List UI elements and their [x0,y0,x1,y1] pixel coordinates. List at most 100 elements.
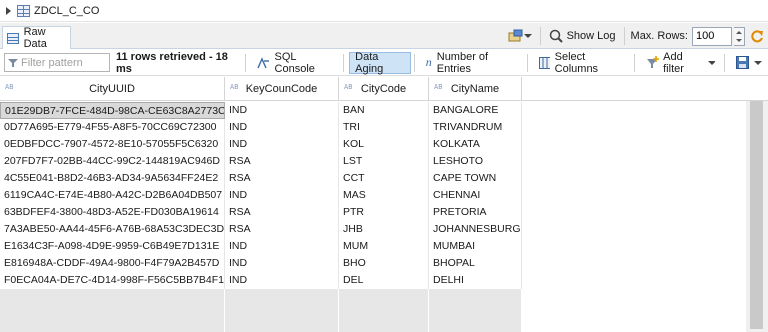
table-cell[interactable]: JHB [339,221,429,238]
table-cell[interactable]: 7A3ABE50-AA44-45F6-A76B-68A53C3DEC3D [0,221,225,238]
table-cell[interactable]: BHOPAL [429,255,522,272]
table-row[interactable]: E1634C3F-A098-4D9E-9959-C6B49E7D131E IND M… [0,238,746,255]
refresh-icon [751,30,763,43]
table-cell[interactable]: LST [339,153,429,170]
separator [623,27,625,45]
column-header-cityuuid[interactable]: AB CityUUID [0,77,225,101]
filter-box[interactable] [4,53,110,72]
max-rows-label: Max. Rows: [630,30,688,42]
empty-cell [429,289,522,306]
table-cell[interactable]: LESHOTO [429,153,522,170]
vertical-scrollbar[interactable] [746,101,768,332]
select-columns-button[interactable]: Select Columns [533,51,632,75]
column-header-citycode[interactable]: AB CityCode [339,77,429,101]
max-rows-stepper[interactable] [734,26,745,46]
table-cell[interactable]: 01E29DB7-7FCE-484D-98CA-CE63C8A2773C [0,102,225,119]
table-cell[interactable]: IND [225,136,339,153]
filter-pattern-input[interactable] [21,56,109,69]
column-header-cityname[interactable]: AB CityName [429,77,522,101]
type-string-icon: AB [434,83,443,91]
table-cell[interactable]: KOLKATA [429,136,522,153]
table-cell[interactable]: PRETORIA [429,204,522,221]
table-cell[interactable]: DELHI [429,272,522,289]
table-cell[interactable]: MUMBAI [429,238,522,255]
separator [724,53,725,72]
empty-cell [0,289,225,306]
table-row[interactable]: 207FD7F7-02BB-44CC-99C2-144819AC946D RSA L… [0,153,746,170]
table-cell[interactable]: CCT [339,170,429,187]
table-cell[interactable]: E816948A-CDDF-49A4-9800-F4F79A2B457D [0,255,225,272]
columns-icon [538,56,550,69]
table-cell[interactable]: IND [225,102,339,119]
table-cell[interactable]: CHENNAI [429,187,522,204]
show-log-label: Show Log [566,30,616,42]
table-cell[interactable]: 63BDFEF4-3800-48D3-A52E-FD030BA19614 [0,204,225,221]
table-cell[interactable]: IND [225,238,339,255]
table-cell[interactable]: IND [225,272,339,289]
table-cell[interactable]: IND [225,187,339,204]
table-row[interactable]: 0EDBFDCC-7907-4572-8E10-57055F5C6320 IND K… [0,136,746,153]
dropdown-arrow-icon [707,60,716,65]
table-cell[interactable]: TRI [339,119,429,136]
dropdown-arrow-icon [523,34,532,38]
expand-arrow-icon[interactable] [6,6,11,15]
table-cell[interactable]: MAS [339,187,429,204]
table-cell[interactable]: 6119CA4C-E74E-4B80-A42C-D2B6A04DB507 [0,187,225,204]
table-cell[interactable]: IND [225,255,339,272]
table-cell[interactable]: E1634C3F-A098-4D9E-9959-C6B49E7D131E [0,238,225,255]
empty-cell [429,323,522,332]
table-row[interactable]: 63BDFEF4-3800-48D3-A52E-FD030BA19614 RSA P… [0,204,746,221]
data-aging-button[interactable]: Data Aging [349,51,411,75]
table-row[interactable]: E816948A-CDDF-49A4-9800-F4F79A2B457D IND B… [0,255,746,272]
table-row[interactable]: F0ECA04A-DE7C-4D14-998F-F56C5BB7B4F1 IND D… [0,272,746,289]
table-cell[interactable]: 0EDBFDCC-7907-4572-8E10-57055F5C6320 [0,136,225,153]
table-cell[interactable]: BANGALORE [429,102,522,119]
empty-cell [339,289,429,306]
show-log-button[interactable]: Show Log [545,29,620,43]
table-cell[interactable]: CAPE TOWN [429,170,522,187]
empty-row [0,306,746,323]
export-icon [508,29,523,42]
table-cell[interactable]: KOL [339,136,429,153]
table-cell[interactable]: IND [225,119,339,136]
tab-raw-data[interactable]: Raw Data [2,26,71,50]
separator [244,53,246,72]
export-button[interactable] [504,29,536,43]
table-cell[interactable]: RSA [225,204,339,221]
table-cell[interactable]: 0D77A695-E779-4F55-A8F5-70CC69C72300 [0,119,225,136]
table-row[interactable]: 7A3ABE50-AA44-45F6-A76B-68A53C3DEC3D RSA J… [0,221,746,238]
refresh-button[interactable] [745,29,768,43]
table-cell[interactable]: DEL [339,272,429,289]
table-cell[interactable]: 4C55E041-B8D2-46B3-AD34-9A5634FF24E2 [0,170,225,187]
max-rows-input[interactable] [692,26,732,46]
number-of-entries-label: Number of Entries [436,50,489,75]
table-cell[interactable]: RSA [225,170,339,187]
grid-header: AB CityUUID AB KeyCounCode AB CityCode A… [0,77,768,101]
table-cell[interactable]: JOHANNESBURG [429,221,522,238]
column-header-keycouncode[interactable]: AB KeyCounCode [225,77,339,101]
dropdown-arrow-icon [753,60,762,65]
table-row[interactable]: 4C55E041-B8D2-46B3-AD34-9A5634FF24E2 RSA C… [0,170,746,187]
table-cell[interactable]: F0ECA04A-DE7C-4D14-998F-F56C5BB7B4F1 [0,272,225,289]
table-cell[interactable]: BAN [339,102,429,119]
table-cell[interactable]: MUM [339,238,429,255]
table-row[interactable]: 01E29DB7-7FCE-484D-98CA-CE63C8A2773C IND B… [0,102,746,119]
separator [634,53,636,72]
table-row[interactable]: 0D77A695-E779-4F55-A8F5-70CC69C72300 IND T… [0,119,746,136]
number-of-entries-button[interactable]: n Number of Entries [420,50,524,75]
table-cell[interactable]: 207FD7F7-02BB-44CC-99C2-144819AC946D [0,153,225,170]
breadcrumb: ZDCL_C_CO [0,0,768,22]
empty-cell [0,323,225,332]
table-row[interactable]: 6119CA4C-E74E-4B80-A42C-D2B6A04DB507 IND M… [0,187,746,204]
table-cell[interactable]: RSA [225,153,339,170]
table-cell[interactable]: BHO [339,255,429,272]
empty-cell [429,306,522,323]
table-icon [17,4,30,17]
sql-console-button[interactable]: SQL Console [251,51,341,75]
table-cell[interactable]: TRIVANDRUM [429,119,522,136]
scrollbar-thumb[interactable] [750,101,763,329]
table-cell[interactable]: PTR [339,204,429,221]
save-button[interactable] [730,52,768,74]
add-filter-button[interactable]: Add filter [640,51,721,75]
table-cell[interactable]: RSA [225,221,339,238]
